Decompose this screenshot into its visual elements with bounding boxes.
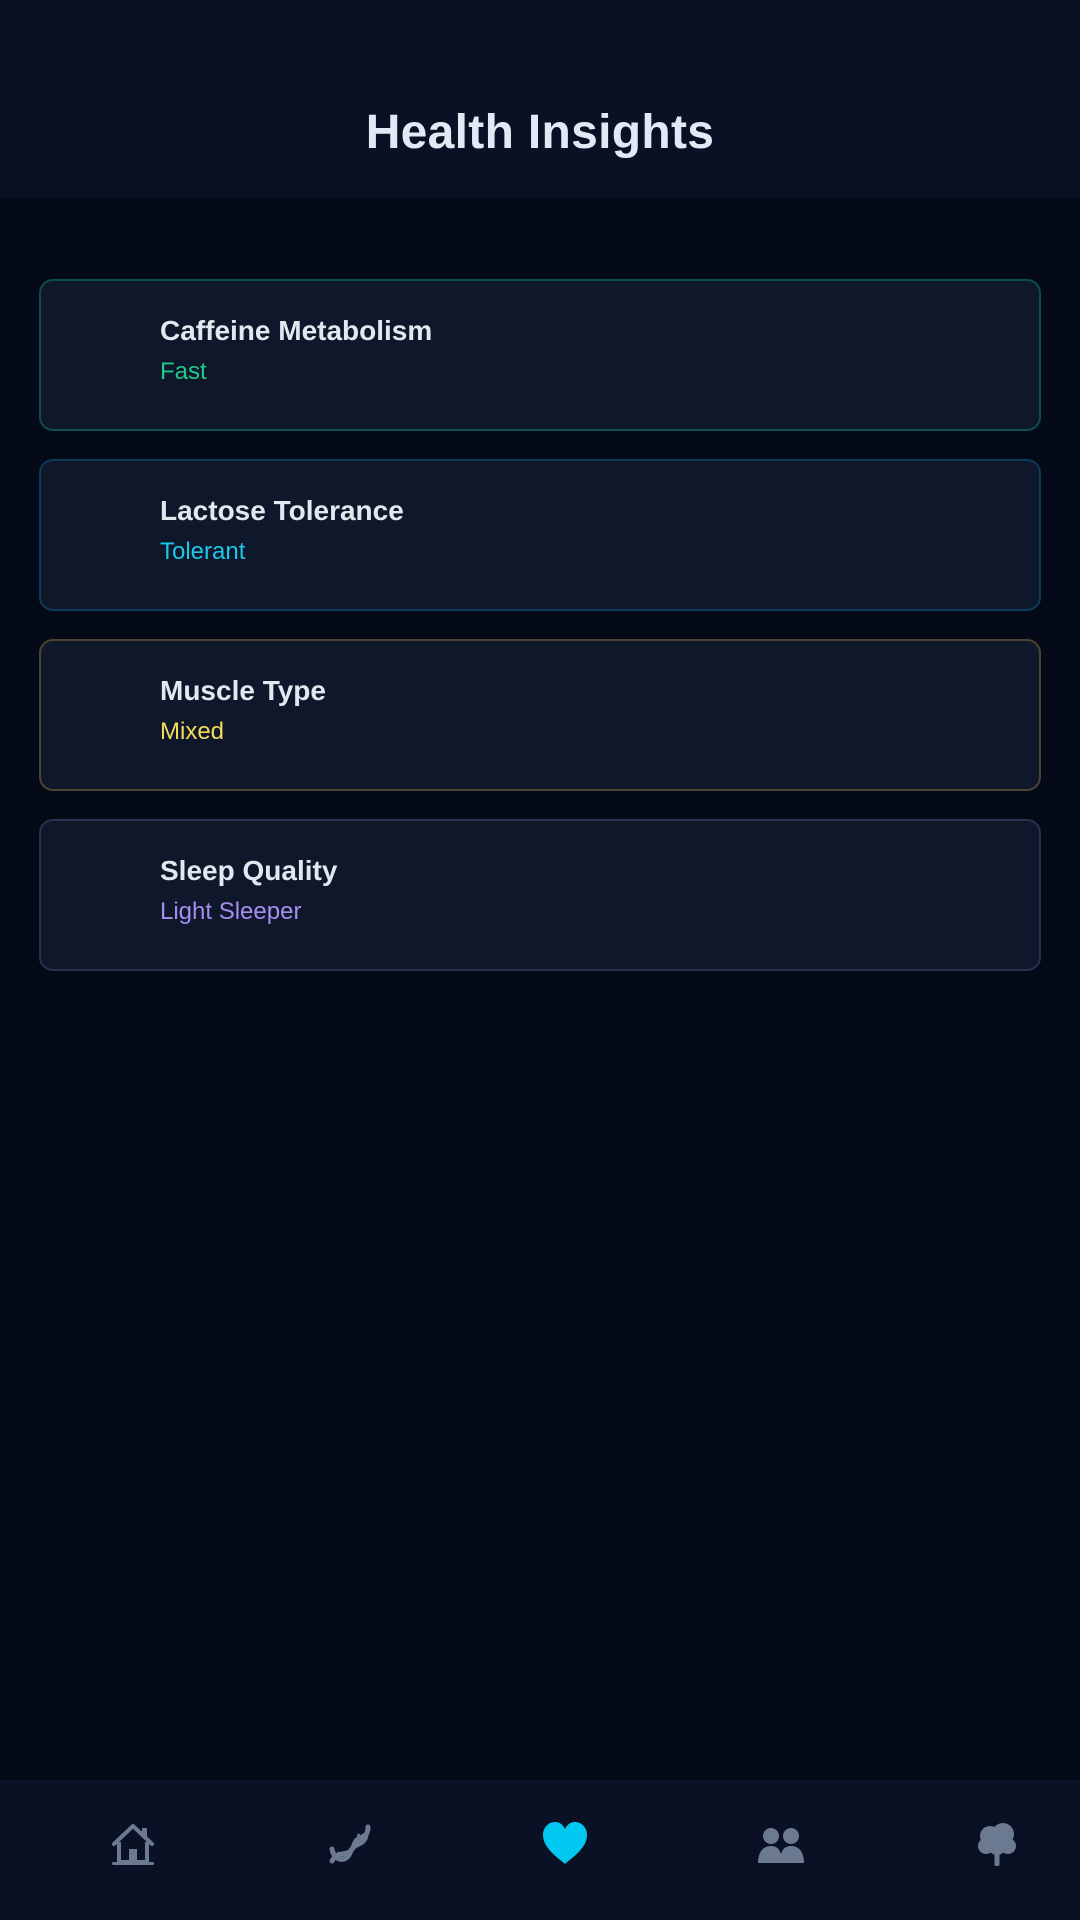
insight-value: Fast (160, 358, 207, 385)
insight-card-muscle[interactable]: Muscle Type Mixed (39, 639, 1041, 791)
nav-ancestry[interactable] (969, 1816, 1025, 1872)
insight-title: Sleep Quality (160, 855, 338, 886)
insight-title: Caffeine Metabolism (160, 315, 433, 346)
insight-title: Lactose Tolerance (160, 495, 404, 526)
dna-icon (329, 1824, 371, 1864)
nav-health[interactable] (537, 1816, 593, 1872)
bottom-navigation (0, 1780, 1080, 1920)
insight-value: Light Sleeper (160, 898, 302, 925)
app-header: Health Insights (0, 0, 1080, 198)
nav-dna[interactable] (321, 1816, 377, 1872)
home-icon (112, 1824, 154, 1865)
insight-card-sleep[interactable]: Sleep Quality Light Sleeper (39, 819, 1041, 971)
nav-home[interactable] (105, 1816, 161, 1872)
insight-value: Tolerant (160, 538, 246, 565)
heart-icon (543, 1822, 587, 1864)
insight-card-caffeine[interactable]: Caffeine Metabolism Fast (39, 279, 1041, 431)
page-title: Health Insights (365, 106, 715, 159)
insight-card-lactose[interactable]: Lactose Tolerance Tolerant (39, 459, 1041, 611)
insights-list: Caffeine Metabolism Fast Lactose Toleran… (39, 279, 1041, 999)
tree-icon (978, 1823, 1016, 1866)
insight-title: Muscle Type (160, 675, 326, 706)
insight-value: Mixed (160, 718, 225, 745)
people-icon (758, 1828, 804, 1863)
nav-community[interactable] (753, 1816, 809, 1872)
